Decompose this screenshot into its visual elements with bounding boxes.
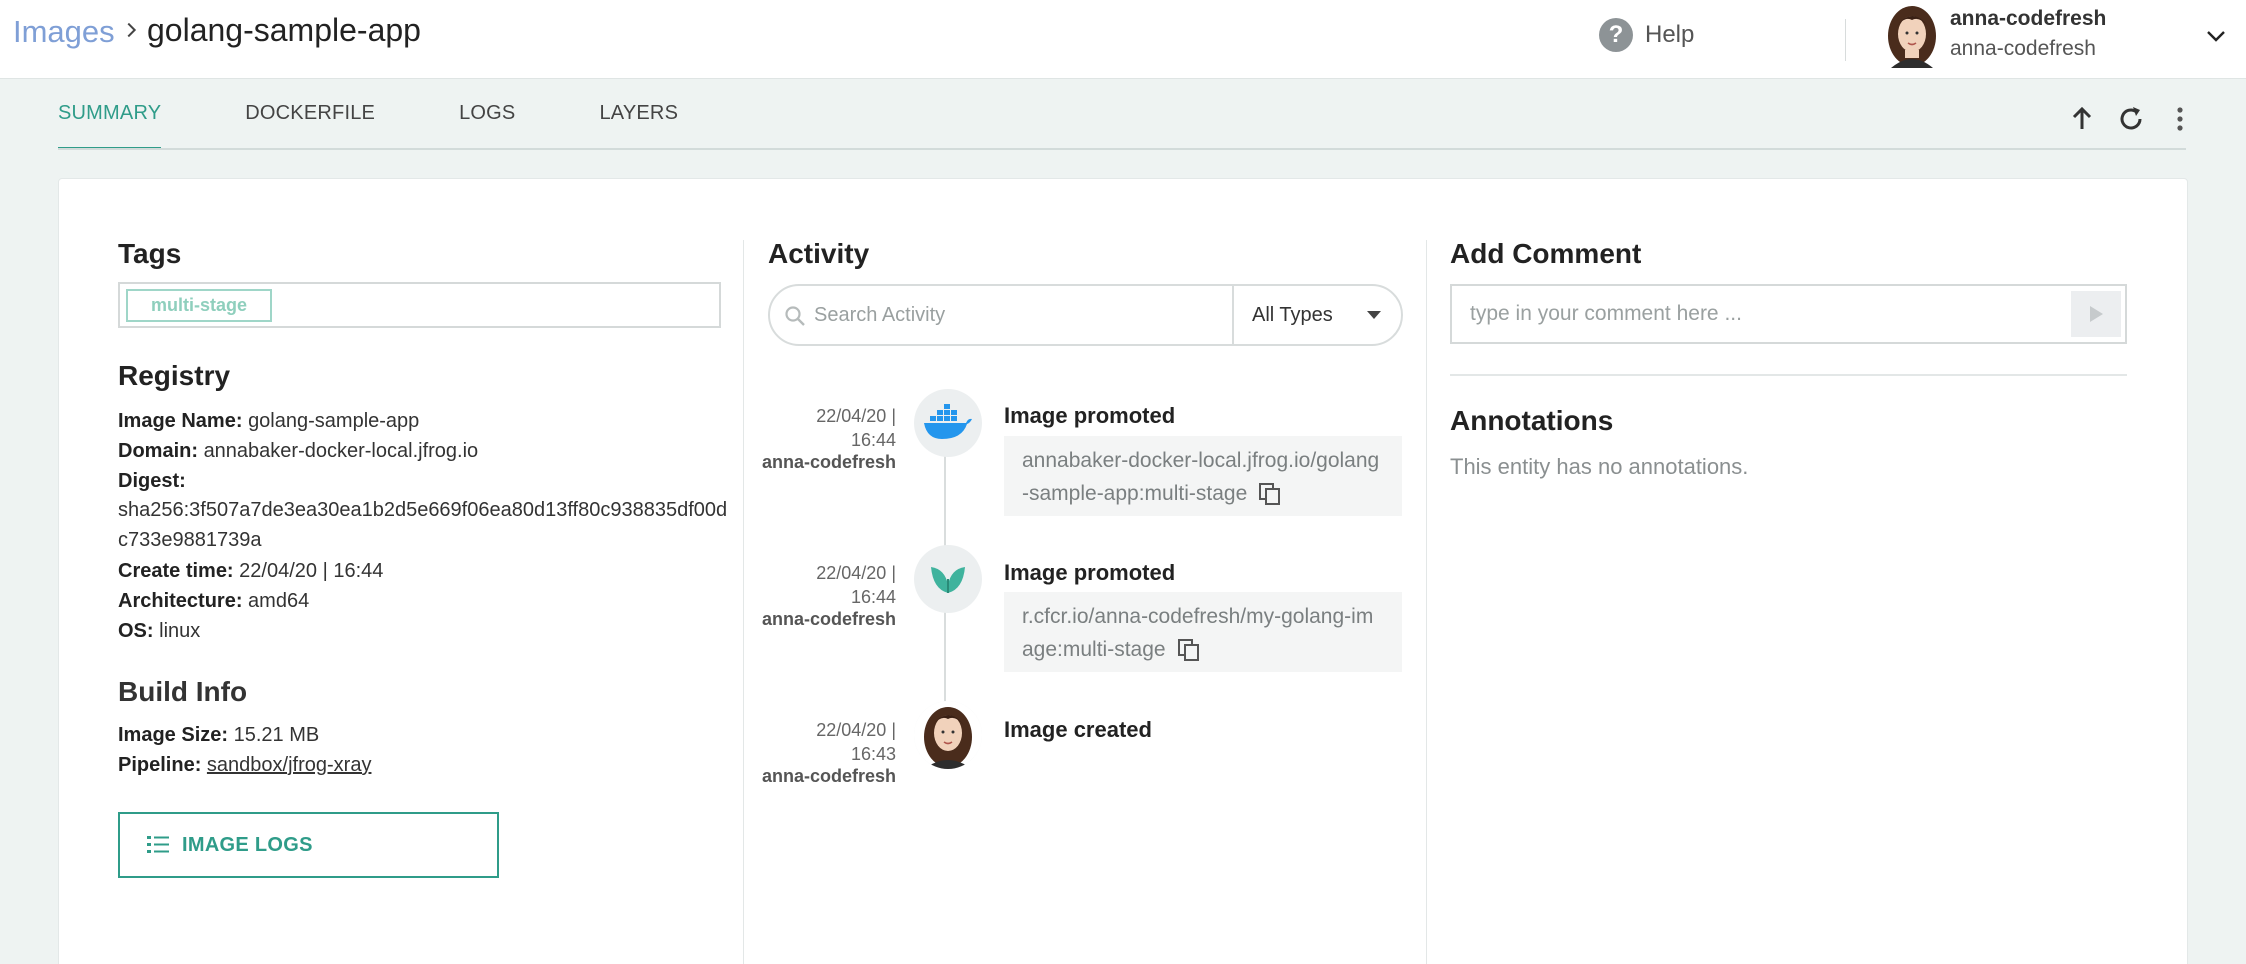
os-label: OS: <box>118 620 154 642</box>
digest-label: Digest: <box>118 470 186 492</box>
tab-logs[interactable]: LOGS <box>459 102 515 150</box>
create-time-value: 22/04/20 | 16:44 <box>239 560 384 582</box>
copy-icon[interactable] <box>1257 481 1283 507</box>
tabs-divider <box>58 148 2186 150</box>
tab-dockerfile[interactable]: DOCKERFILE <box>245 102 375 150</box>
help-label: Help <box>1645 21 1695 48</box>
section-divider <box>1450 374 2127 376</box>
event-date: 22/04/20 | <box>816 563 896 583</box>
event-user: anna-codefresh <box>761 452 896 472</box>
registry-heading: Registry <box>118 360 231 391</box>
event-detail: annabaker-docker-local.jfrog.io/golang-s… <box>1004 436 1402 516</box>
breadcrumb-images-link[interactable]: Images <box>13 14 115 50</box>
help-button[interactable]: ? Help <box>1599 18 1694 52</box>
activity-type-select[interactable]: All Types <box>1232 286 1401 344</box>
user-avatar <box>914 701 982 769</box>
image-name-value: golang-sample-app <box>248 410 420 432</box>
image-logs-button[interactable]: IMAGE LOGS <box>118 812 499 878</box>
domain-row: Domain: annabaker-docker-local.jfrog.io <box>118 436 478 466</box>
user-account: anna-codefresh <box>1950 37 2096 60</box>
digest-label-row: Digest: <box>118 466 186 496</box>
event-title: Image promoted <box>1004 560 1176 585</box>
page-title: golang-sample-app <box>147 12 421 48</box>
add-comment-heading: Add Comment <box>1450 238 1642 269</box>
annotations-heading: Annotations <box>1450 405 1614 436</box>
header-divider <box>1845 19 1846 61</box>
event-time: 16:43 <box>850 744 896 764</box>
activity-type-value: All Types <box>1252 303 1333 326</box>
comment-input[interactable] <box>1452 286 2072 342</box>
architecture-label: Architecture: <box>118 590 243 612</box>
architecture-value: amd64 <box>248 590 310 612</box>
digest-value: sha256:3f507a7de3ea30ea1b2d5e669f06ea80d… <box>118 499 728 551</box>
column-divider <box>1426 240 1427 964</box>
user-name: anna-codefresh <box>1950 7 2107 30</box>
tags-input[interactable]: multi-stage <box>118 282 721 328</box>
event-time: 16:44 <box>850 430 896 450</box>
docker-icon <box>914 389 982 457</box>
arrow-up-icon[interactable] <box>2065 102 2099 136</box>
create-time-label: Create time: <box>118 560 234 582</box>
chevron-right-icon <box>127 22 137 38</box>
event-title: Image created <box>1004 717 1152 742</box>
no-annotations-text: This entity has no annotations. <box>1450 454 1749 479</box>
create-time-row: Create time: 22/04/20 | 16:44 <box>118 556 383 586</box>
pipeline-link[interactable]: sandbox/jfrog-xray <box>207 754 372 776</box>
image-name-label: Image Name: <box>118 410 243 432</box>
build-info-heading: Build Info <box>118 676 248 707</box>
list-icon <box>147 836 169 853</box>
search-icon <box>785 306 805 326</box>
pipeline-label: Pipeline: <box>118 754 202 776</box>
search-activity-input[interactable] <box>814 286 1184 344</box>
tag-chip[interactable]: multi-stage <box>126 289 272 322</box>
domain-value: annabaker-docker-local.jfrog.io <box>203 440 479 462</box>
caret-down-icon <box>1367 311 1381 319</box>
event-date: 22/04/20 | <box>816 406 896 426</box>
image-size-row: Image Size: 15.21 MB <box>118 720 319 750</box>
tags-heading: Tags <box>118 238 182 269</box>
os-row: OS: linux <box>118 616 200 646</box>
architecture-row: Architecture: amd64 <box>118 586 309 616</box>
event-detail-text: annabaker-docker-local.jfrog.io/golang-s… <box>1022 449 1380 505</box>
tab-layers[interactable]: LAYERS <box>599 102 678 150</box>
column-divider <box>743 240 744 964</box>
event-user: anna-codefresh <box>761 766 896 786</box>
tab-bar: SUMMARY DOCKERFILE LOGS LAYERS <box>58 102 762 150</box>
image-name-row: Image Name: golang-sample-app <box>118 406 419 436</box>
image-logs-label: IMAGE LOGS <box>182 833 313 856</box>
avatar[interactable] <box>1883 6 1941 68</box>
image-size-label: Image Size: <box>118 724 229 746</box>
copy-icon[interactable] <box>1176 637 1202 663</box>
activity-search: All Types <box>768 284 1403 346</box>
comment-box <box>1450 284 2127 344</box>
top-bar: Images golang-sample-app ? Help anna-cod… <box>0 0 2246 79</box>
image-size-value: 15.21 MB <box>233 724 320 746</box>
event-user: anna-codefresh <box>761 609 896 629</box>
tab-summary[interactable]: SUMMARY <box>58 102 162 150</box>
activity-heading: Activity <box>768 238 870 269</box>
refresh-icon[interactable] <box>2114 102 2148 136</box>
kebab-menu-icon[interactable] <box>2163 102 2197 136</box>
event-time: 16:44 <box>850 587 896 607</box>
chevron-down-icon[interactable] <box>2204 24 2228 48</box>
codefresh-leaf-icon <box>914 545 982 613</box>
send-comment-button[interactable] <box>2071 291 2121 337</box>
question-circle-icon: ? <box>1599 18 1633 52</box>
event-detail: r.cfcr.io/anna-codefresh/my-golang-image… <box>1004 592 1402 672</box>
os-value: linux <box>159 620 201 642</box>
event-date: 22/04/20 | <box>816 720 896 740</box>
domain-label: Domain: <box>118 440 198 462</box>
send-icon <box>2090 306 2103 322</box>
pipeline-row: Pipeline: sandbox/jfrog-xray <box>118 750 371 780</box>
event-title: Image promoted <box>1004 403 1176 428</box>
